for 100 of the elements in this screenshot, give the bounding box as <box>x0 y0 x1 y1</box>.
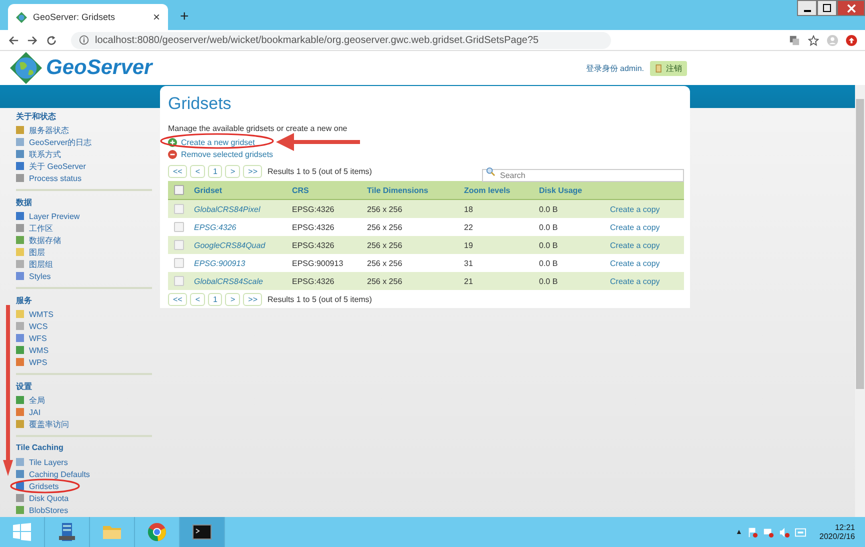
table-cell-text: 0.0 B <box>539 240 559 250</box>
select-all-checkbox[interactable] <box>174 185 184 195</box>
sidebar-item[interactable]: BlobStores <box>16 504 152 516</box>
sidebar-item[interactable]: 工作区 <box>16 222 152 234</box>
sidebar-item[interactable]: JAI <box>16 406 152 418</box>
pager-button[interactable]: < <box>190 165 206 178</box>
action-link[interactable]: Create a new gridset <box>168 136 682 148</box>
update-icon[interactable] <box>846 34 857 46</box>
copy-link[interactable]: Create a copy <box>610 258 684 268</box>
sidebar-item[interactable]: 联系方式 <box>16 148 152 160</box>
gridset-link[interactable]: EPSG:4326 <box>194 222 292 232</box>
door-icon <box>655 64 663 72</box>
row-checkbox[interactable] <box>174 276 184 286</box>
column-header[interactable]: Tile Dimensions <box>367 186 464 194</box>
column-header[interactable]: Disk Usage <box>539 186 610 194</box>
sidebar-item[interactable]: Styles <box>16 270 152 282</box>
sidebar-item[interactable]: WPS <box>16 356 152 368</box>
table-cell-text: 19 <box>464 240 474 250</box>
pager-button[interactable]: >> <box>243 293 262 306</box>
sidebar-item[interactable]: 全局 <box>16 394 152 406</box>
sidebar-item[interactable]: GeoServer的日志 <box>16 136 152 148</box>
sidebar-item[interactable]: WMS <box>16 344 152 356</box>
sidebar-item[interactable]: Gridsets <box>16 480 152 492</box>
clock-date[interactable]: 2020/2/16 <box>819 532 855 541</box>
copy-link[interactable]: Create a copy <box>610 222 684 232</box>
sidebar-item[interactable]: 覆盖率访问 <box>16 418 152 430</box>
table-cell-text: 256 x 256 <box>367 258 404 268</box>
row-checkbox[interactable] <box>174 258 184 268</box>
copy-link[interactable]: Create a copy <box>610 204 684 214</box>
star-icon[interactable] <box>808 34 819 46</box>
sidebar-item[interactable]: 图层 <box>16 246 152 258</box>
terminal-icon <box>192 522 212 542</box>
action-link[interactable]: Remove selected gridsets <box>168 148 682 160</box>
gridset-link[interactable]: GlobalCRS84Scale <box>194 276 292 286</box>
row-checkbox[interactable] <box>174 240 184 250</box>
table-cell-text: 31 <box>464 258 474 268</box>
column-header[interactable]: Gridset <box>194 186 292 194</box>
sidebar-item[interactable]: Process status <box>16 172 152 184</box>
sidebar-item[interactable]: 关于 GeoServer <box>16 160 152 172</box>
gridset-link[interactable]: EPSG:900913 <box>194 258 292 268</box>
translate-icon[interactable] <box>789 34 800 46</box>
speaker-icon[interactable] <box>779 526 790 538</box>
sidebar-item[interactable]: WCS <box>16 320 152 332</box>
gridset-link[interactable]: GoogleCRS84Quad <box>194 240 292 250</box>
minimize-button[interactable] <box>797 0 817 16</box>
server-icon <box>57 522 77 542</box>
pager-button[interactable]: << <box>168 293 188 306</box>
table-cell-text: 256 x 256 <box>367 240 404 250</box>
sidebar-heading: Tile Caching <box>16 443 64 453</box>
windows-icon <box>12 522 32 542</box>
copy-link[interactable]: Create a copy <box>610 276 684 286</box>
info-icon <box>79 35 89 45</box>
table-cell-text: EPSG:4326 <box>292 276 336 286</box>
sidebar-item[interactable]: WFS <box>16 332 152 344</box>
address-field[interactable]: localhost:8080/geoserver/web/wicket/bookmarkable/org.geoserver.gwc.web.gridset.GridSetsPage?5 <box>71 32 611 48</box>
pager-button[interactable]: >> <box>243 165 262 178</box>
sidebar-item[interactable]: 数据存储 <box>16 234 152 246</box>
pager-button[interactable]: < <box>190 293 206 306</box>
gridset-link[interactable]: GlobalCRS84Pixel <box>194 204 292 214</box>
row-checkbox[interactable] <box>174 204 184 214</box>
pager-button[interactable]: > <box>225 165 240 178</box>
close-button[interactable] <box>837 0 865 16</box>
pager-button[interactable]: 1 <box>208 293 222 306</box>
restore-button[interactable] <box>817 0 837 16</box>
network-icon[interactable] <box>763 526 774 538</box>
sidebar-item[interactable]: Tile Layers <box>16 456 152 468</box>
sidebar-item[interactable]: Disk Quota <box>16 492 152 504</box>
column-header[interactable]: CRS <box>292 186 367 194</box>
sidebar-item[interactable]: WMTS <box>16 308 152 320</box>
sidebar-heading: 服务 <box>16 295 33 305</box>
pager-button[interactable]: 1 <box>208 165 222 178</box>
table-cell-text: EPSG:4326 <box>292 222 336 232</box>
results-text: Results 1 to 5 (out of 5 items) <box>267 167 372 176</box>
copy-link[interactable]: Create a copy <box>610 240 684 250</box>
sidebar-item[interactable]: 图层组 <box>16 258 152 270</box>
sidebar-item[interactable]: Caching Defaults <box>16 468 152 480</box>
back-icon[interactable] <box>8 34 19 46</box>
sidebar-item[interactable]: Layer Preview <box>16 210 152 222</box>
logout-button[interactable]: 注销 <box>650 60 687 76</box>
pager-button[interactable]: > <box>225 293 240 306</box>
sidebar-item[interactable]: 服务器状态 <box>16 124 152 136</box>
taskbar-app[interactable] <box>180 517 225 547</box>
browser-tab[interactable]: GeoServer: Gridsets × <box>8 4 168 30</box>
scrollbar[interactable] <box>855 85 865 517</box>
minus-icon <box>168 150 177 158</box>
tab-close-button[interactable]: × <box>152 10 160 24</box>
table-cell-text: 256 x 256 <box>367 276 404 286</box>
forward-icon[interactable] <box>27 34 38 46</box>
new-tab-button[interactable]: + <box>180 8 189 25</box>
search-field[interactable]: Search <box>482 169 684 182</box>
pager-button[interactable]: << <box>168 165 188 178</box>
row-checkbox[interactable] <box>174 222 184 232</box>
column-header[interactable]: Zoom levels <box>464 186 539 194</box>
reload-icon[interactable] <box>46 34 57 46</box>
logo-text: GeoServer <box>46 56 152 80</box>
table-cell-text: 22 <box>464 222 474 232</box>
table-cell-text: EPSG:4326 <box>292 204 336 214</box>
sidebar-heading: 设置 <box>16 381 33 391</box>
flag-icon[interactable] <box>747 526 758 538</box>
clock-time[interactable]: 12:21 <box>834 523 855 532</box>
